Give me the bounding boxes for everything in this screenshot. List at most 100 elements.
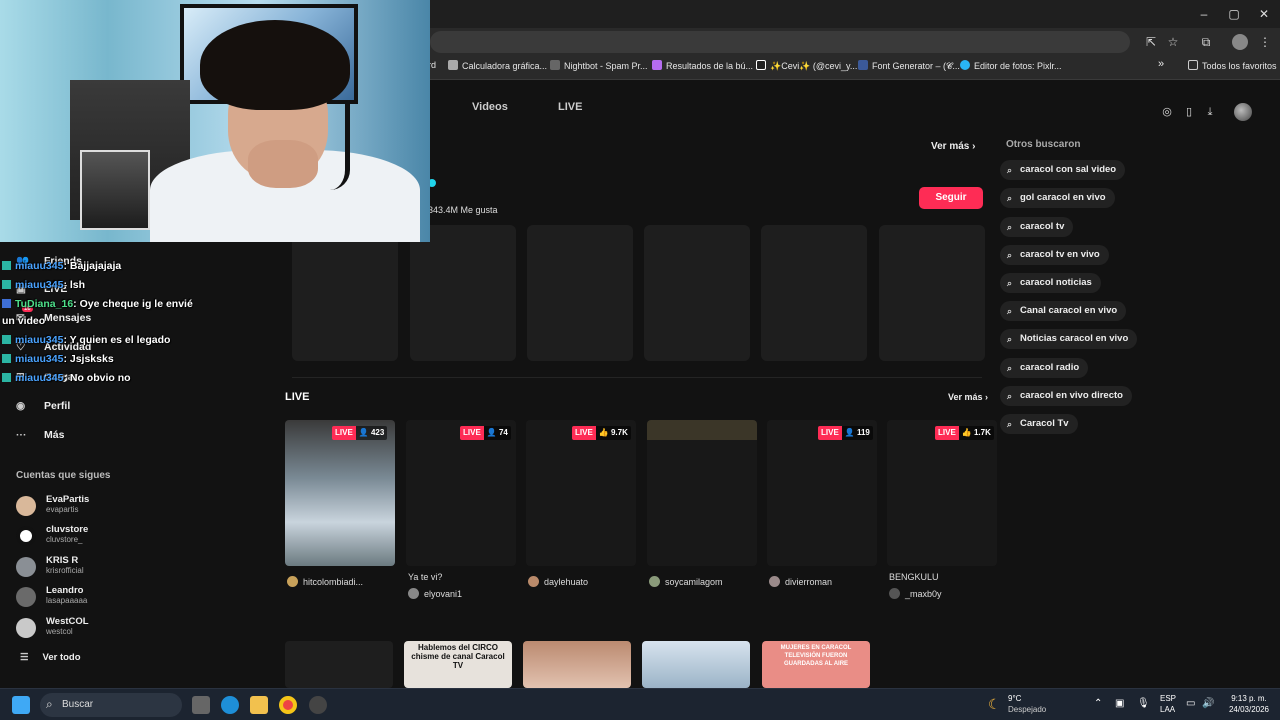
related-search-chip[interactable]: ⌕ caracol con sal video (1000, 160, 1126, 180)
live-card[interactable]: LIVE 👤 423 (285, 420, 395, 566)
app-icon[interactable] (309, 696, 327, 714)
sidebar-item-profile[interactable]: ◉ Perfil (16, 400, 70, 412)
chrome-icon[interactable] (279, 696, 297, 714)
live-card[interactable]: LIVE 👍 9.7K (526, 420, 636, 566)
chat-message: miauu345: Bajjajajaja (2, 260, 121, 272)
close-button[interactable]: ✕ (1256, 6, 1272, 22)
live-card[interactable]: LIVE 👍 1.7K (887, 420, 997, 566)
video-thumbnail[interactable] (523, 641, 631, 688)
search-icon: ⌕ (1007, 278, 1013, 288)
bookmarks-more-button[interactable]: » (1158, 58, 1164, 70)
mobile-icon[interactable]: ▯ (1182, 105, 1196, 119)
video-card[interactable] (410, 225, 516, 361)
windows-start-icon[interactable] (12, 696, 30, 714)
screen: – ▢ ✕ ⇱ ☆ ⧉ ⋮ rd Calculadora gráfica... … (0, 0, 1280, 720)
avatar (649, 576, 660, 587)
clock-date[interactable]: 24/03/2026 (1224, 705, 1274, 714)
star-icon[interactable]: ☆ (1165, 34, 1181, 50)
sidebar-item-more[interactable]: ··· Más (16, 429, 64, 441)
language-code[interactable]: ESP (1160, 694, 1176, 703)
avatar (16, 587, 36, 607)
network-icon[interactable]: ▭ (1186, 698, 1195, 709)
profile-avatar[interactable] (1232, 34, 1248, 50)
bookmark-item[interactable]: Resultados de la bú... (652, 60, 753, 71)
taskbar: ⌕ Buscar ☾ 9°C Despejado ⌃ ▣ 🎙 ESP LAA ▭ … (0, 688, 1280, 720)
video-thumbnail[interactable] (285, 641, 393, 688)
video-card[interactable] (292, 225, 398, 361)
live-creator[interactable]: hitcolombiadi... (287, 576, 363, 587)
live-creator[interactable]: elyovani1 (408, 588, 462, 599)
related-search-chip[interactable]: ⌕ Noticias caracol en vivo (1000, 329, 1138, 349)
following-title: Cuentas que sigues (16, 470, 111, 481)
tab-videos[interactable]: Videos (472, 101, 508, 113)
bookmark-item[interactable]: Editor de fotos: Pixlr... (960, 60, 1062, 71)
search-icon: ⌕ (1007, 334, 1013, 344)
bookmark-item[interactable]: Calculadora gráfica... (448, 60, 547, 71)
layout-code[interactable]: LAA (1160, 705, 1175, 714)
video-card[interactable] (644, 225, 750, 361)
address-bar[interactable] (430, 31, 1130, 53)
person-hair (200, 20, 350, 110)
live-badge: LIVE 👍 5.1K (694, 426, 753, 440)
avatar (769, 576, 780, 587)
taskbar-search[interactable]: ⌕ Buscar (40, 693, 182, 717)
minimize-button[interactable]: – (1196, 6, 1212, 22)
see-all-following[interactable]: ☰ Ver todo (20, 652, 81, 663)
bookmark-item[interactable]: ✨Cevi✨ (@cevi_y... (756, 60, 857, 72)
live-creator[interactable]: soycamilagom (649, 576, 723, 587)
live-creator[interactable]: divierroman (769, 576, 832, 587)
related-search-chip[interactable]: ⌕ caracol noticias (1000, 273, 1101, 293)
bookmark-favicon (448, 60, 458, 70)
volume-icon[interactable]: 🔊 (1202, 698, 1214, 709)
live-card[interactable]: LIVE 👤 74 (406, 420, 516, 566)
video-card[interactable] (527, 225, 633, 361)
video-thumbnail[interactable] (642, 641, 750, 688)
menu-icon[interactable]: ⋮ (1257, 34, 1273, 50)
live-see-more-link[interactable]: Ver más › (948, 392, 988, 402)
related-search-chip[interactable]: ⌕ caracol tv (1000, 217, 1074, 237)
pixlr-favicon (960, 60, 970, 70)
file-explorer-icon[interactable] (250, 696, 268, 714)
maximize-button[interactable]: ▢ (1226, 6, 1242, 22)
install-app-icon[interactable]: ⇱ (1143, 34, 1159, 50)
video-card[interactable] (761, 225, 867, 361)
live-creator[interactable]: daylehuato (528, 576, 588, 587)
related-search-chip[interactable]: ⌕ caracol radio (1000, 358, 1089, 378)
live-badge: LIVE 👤 74 (460, 426, 511, 440)
see-more-link[interactable]: Ver más › (931, 141, 975, 152)
edge-icon[interactable] (221, 696, 239, 714)
video-thumbnail[interactable]: MUJERES EN CARACOL TELEVISIÓN FUERON GUA… (762, 641, 870, 688)
live-badge: LIVE 👍 1.7K (935, 426, 994, 440)
task-view-icon[interactable] (192, 696, 210, 714)
likes-count: 343.4M Me gusta (428, 205, 498, 215)
compass-icon[interactable]: ◎ (1160, 105, 1174, 119)
clock-time[interactable]: 9:13 p. m. (1224, 694, 1274, 703)
extensions-icon[interactable]: ⧉ (1198, 34, 1214, 50)
microphone-icon[interactable]: 🎙 (1137, 698, 1150, 709)
chat-message: TuDiana_16: Oye cheque ig le envié (2, 298, 193, 310)
related-search-chip[interactable]: ⌕ caracol tv en vivo (1000, 245, 1109, 265)
related-search-chip[interactable]: ⌕ Caracol Tv (1000, 414, 1078, 434)
tray-chevron-icon[interactable]: ⌃ (1094, 698, 1102, 709)
tab-live[interactable]: LIVE (558, 101, 582, 113)
related-search-chip[interactable]: ⌕ caracol en vivo directo (1000, 386, 1132, 406)
download-icon[interactable]: ⤓ (1203, 105, 1217, 119)
user-avatar[interactable] (1234, 103, 1252, 121)
related-search-chip[interactable]: ⌕ Canal caracol en vivo (1000, 301, 1127, 321)
live-creator[interactable]: _maxb0y (889, 588, 942, 599)
chat-message: un video (2, 315, 46, 327)
video-thumbnail[interactable]: Hablemos del CIRCO chisme de canal Carac… (404, 641, 512, 688)
follow-button[interactable]: Seguir (919, 187, 983, 209)
avatar (528, 576, 539, 587)
bookmark-item[interactable]: Font Generator – (𝓒... (858, 60, 960, 72)
bookmark-item[interactable]: Nightbot - Spam Pr... (550, 60, 648, 71)
tray-app-icon[interactable]: ▣ (1115, 698, 1124, 709)
live-card[interactable]: LIVE 👍 5.1K (647, 420, 757, 566)
live-card[interactable]: LIVE 👤 119 (767, 420, 877, 566)
search-icon: ⌕ (1007, 306, 1013, 316)
chat-badge-icon (2, 335, 11, 344)
weather-icon[interactable]: ☾ (988, 696, 1001, 713)
related-search-chip[interactable]: ⌕ gol caracol en vivo (1000, 188, 1115, 208)
all-favorites-button[interactable]: Todos los favoritos (1188, 60, 1277, 71)
video-card[interactable] (879, 225, 985, 361)
